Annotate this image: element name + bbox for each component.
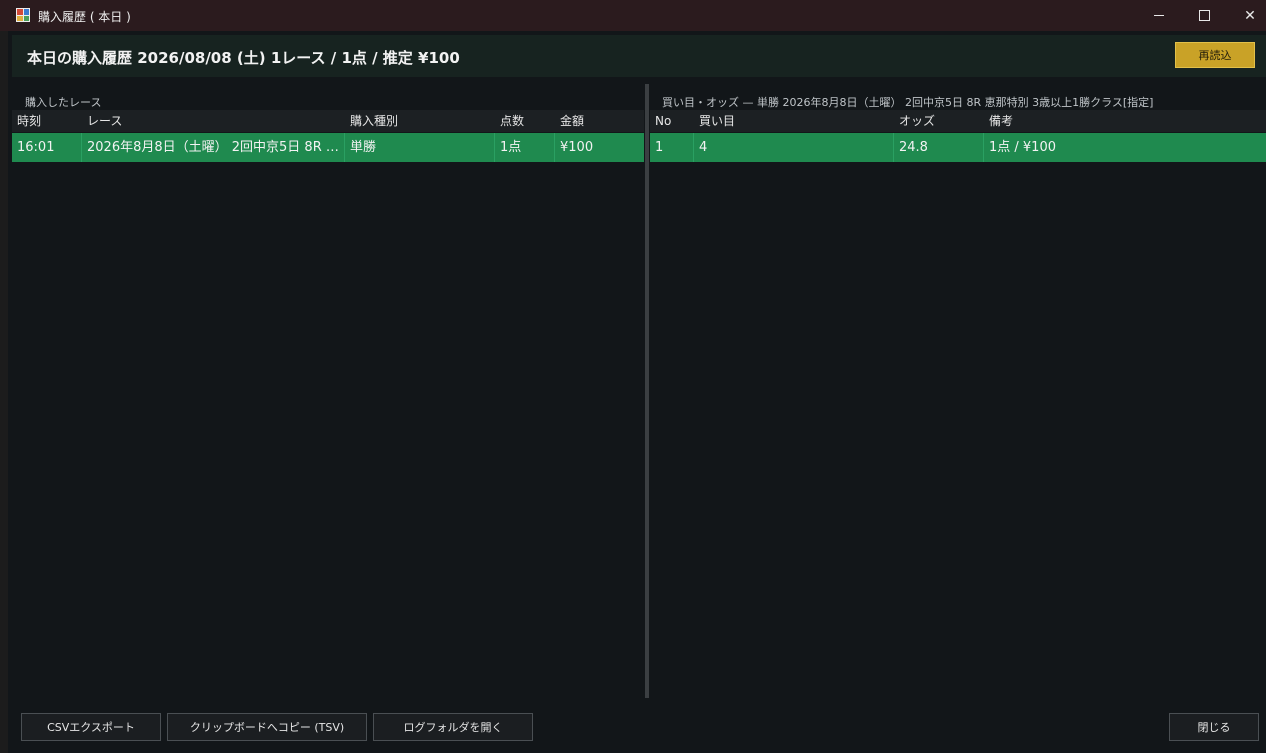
- column-header-type[interactable]: 購入種別: [345, 110, 495, 132]
- cell-time: 16:01: [12, 133, 82, 162]
- purchase-history-window: 購入履歴 ( 本日 ) ✕ 本日の購入履歴 2026/08/08 (土) 1レー…: [0, 0, 1266, 753]
- cell-note: 1点 / ¥100: [989, 140, 1056, 155]
- minimize-button[interactable]: [1136, 0, 1182, 31]
- maximize-icon: [1198, 10, 1210, 21]
- cell-bet: 4: [694, 133, 894, 162]
- window-border: [0, 31, 8, 753]
- app-icon: [16, 8, 30, 22]
- column-header-odds[interactable]: オッズ: [894, 110, 984, 132]
- cell-amount: ¥100: [560, 140, 594, 155]
- cell-no: 1: [650, 133, 694, 162]
- open-log-folder-button[interactable]: ログフォルダを開く: [373, 713, 533, 741]
- column-header-amount[interactable]: 金額: [555, 110, 644, 132]
- title-bar: 購入履歴 ( 本日 ) ✕: [0, 0, 1266, 31]
- column-header-points[interactable]: 点数: [495, 110, 555, 132]
- bets-odds-table[interactable]: No 買い目 オッズ 備考 1 4 24.8 1点 / ¥100: [650, 110, 1266, 698]
- table-header: 時刻 レース 購入種別 点数 金額: [12, 110, 644, 132]
- column-header-bet[interactable]: 買い目: [694, 110, 894, 132]
- cell-type: 単勝: [345, 133, 495, 162]
- cell-race: 2026年8月8日（土曜） 2回中京5日 8R 恵那特別 3歳以上1勝クラス[指…: [82, 133, 345, 162]
- column-header-race[interactable]: レース: [82, 110, 345, 132]
- close-icon: ✕: [1244, 7, 1256, 24]
- summary-header: 本日の購入履歴 2026/08/08 (土) 1レース / 1点 / 推定 ¥1…: [12, 35, 1266, 77]
- panel-splitter[interactable]: [645, 84, 649, 698]
- minimize-icon: [1154, 15, 1164, 16]
- bets-odds-label: 買い目・オッズ — 単勝 2026年8月8日（土曜） 2回中京5日 8R 恵那特…: [662, 96, 1154, 109]
- maximize-button[interactable]: [1181, 0, 1227, 31]
- table-row[interactable]: 16:01 2026年8月8日（土曜） 2回中京5日 8R 恵那特別 3歳以上1…: [12, 133, 644, 162]
- column-header-note[interactable]: 備考: [984, 110, 1266, 132]
- reload-button[interactable]: 再読込: [1175, 42, 1255, 68]
- table-header: No 買い目 オッズ 備考: [650, 110, 1266, 132]
- page-title: 本日の購入履歴 2026/08/08 (土) 1レース / 1点 / 推定 ¥1…: [27, 49, 460, 67]
- table-row[interactable]: 1 4 24.8 1点 / ¥100: [650, 133, 1266, 162]
- csv-export-button[interactable]: CSVエクスポート: [21, 713, 161, 741]
- purchased-races-table[interactable]: 時刻 レース 購入種別 点数 金額 16:01 2026年8月8日（土曜） 2回…: [12, 110, 644, 698]
- cell-odds: 24.8: [894, 133, 984, 162]
- cell-points: 1点: [495, 133, 555, 162]
- copy-clipboard-button[interactable]: クリップボードへコピー (TSV): [167, 713, 367, 741]
- column-header-time[interactable]: 時刻: [12, 110, 82, 132]
- close-window-button[interactable]: ✕: [1227, 0, 1266, 31]
- column-header-no[interactable]: No: [650, 110, 694, 132]
- purchased-races-label: 購入したレース: [25, 96, 102, 109]
- window-title: 購入履歴 ( 本日 ): [38, 10, 131, 24]
- close-button[interactable]: 閉じる: [1169, 713, 1259, 741]
